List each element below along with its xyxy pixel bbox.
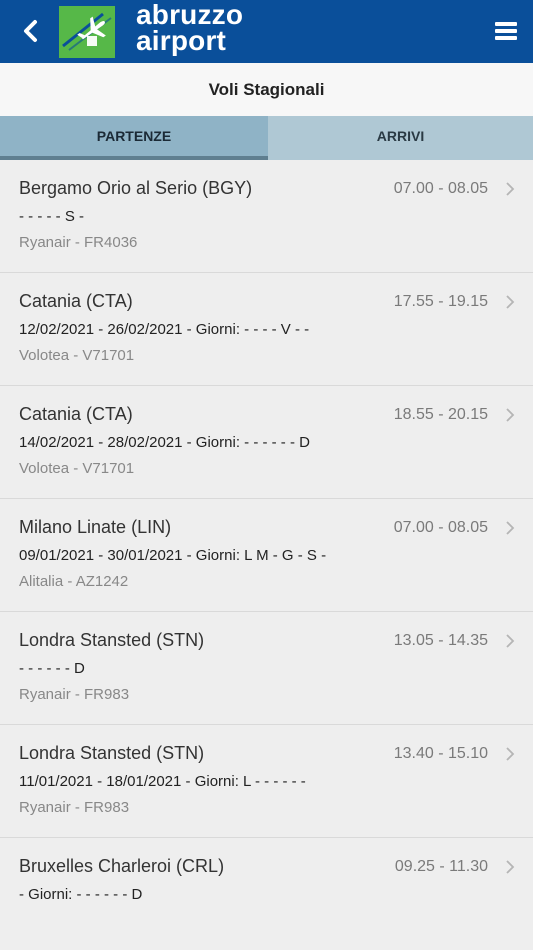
- chevron-right-icon: [506, 634, 515, 648]
- menu-button[interactable]: [493, 18, 519, 44]
- back-button[interactable]: [14, 14, 46, 48]
- flight-row[interactable]: Milano Linate (LIN) 07.00 - 08.05 09/01/…: [0, 499, 533, 612]
- flight-row[interactable]: Bergamo Orio al Serio (BGY) 07.00 - 08.0…: [0, 160, 533, 273]
- tab-arrivi[interactable]: ARRIVI: [268, 116, 533, 160]
- flight-time: 18.55 - 20.15: [393, 406, 488, 423]
- logo-line-2: airport: [136, 25, 227, 56]
- flight-airline: Ryanair - FR983: [19, 686, 130, 703]
- flight-days: 12/02/2021 - 26/02/2021 - Giorni: - - - …: [19, 321, 310, 338]
- airport-logo-text: abruzzo airport: [136, 1, 243, 56]
- flight-time: 13.05 - 14.35: [393, 632, 488, 649]
- flight-time: 07.00 - 08.05: [393, 180, 488, 197]
- chevron-right-icon: [506, 295, 515, 309]
- flight-days: 14/02/2021 - 28/02/2021 - Giorni: - - - …: [19, 434, 310, 451]
- flight-destination: Londra Stansted (STN): [19, 630, 205, 650]
- chevron-right-icon: [506, 408, 515, 422]
- page-title: Voli Stagionali: [0, 63, 533, 116]
- flight-destination: Catania (CTA): [19, 291, 133, 311]
- flight-airline: Alitalia - AZ1242: [19, 573, 129, 590]
- top-app-bar: abruzzo airport: [0, 0, 533, 63]
- chevron-right-icon: [506, 521, 515, 535]
- flight-row[interactable]: Londra Stansted (STN) 13.05 - 14.35 - - …: [0, 612, 533, 725]
- chevron-right-icon: [506, 182, 515, 196]
- flight-destination: Catania (CTA): [19, 404, 133, 424]
- flight-row[interactable]: Bruxelles Charleroi (CRL) 09.25 - 11.30 …: [0, 838, 533, 950]
- chevron-right-icon: [506, 860, 515, 874]
- flight-row[interactable]: Londra Stansted (STN) 13.40 - 15.10 11/0…: [0, 725, 533, 838]
- flight-airline: Volotea - V71701: [19, 347, 135, 364]
- flight-days: 09/01/2021 - 30/01/2021 - Giorni: L M - …: [19, 547, 327, 564]
- tab-bar: PARTENZE ARRIVI: [0, 116, 533, 160]
- chevron-left-icon: [24, 20, 37, 42]
- flight-days: 11/01/2021 - 18/01/2021 - Giorni: L - - …: [19, 773, 306, 790]
- flight-destination: Milano Linate (LIN): [19, 517, 172, 537]
- flight-destination: Bruxelles Charleroi (CRL): [19, 856, 225, 876]
- flight-time: 13.40 - 15.10: [393, 745, 488, 762]
- flight-row[interactable]: Catania (CTA) 17.55 - 19.15 12/02/2021 -…: [0, 273, 533, 386]
- flight-airline: Volotea - V71701: [19, 460, 135, 477]
- flight-destination: Bergamo Orio al Serio (BGY): [19, 178, 253, 198]
- flight-time: 07.00 - 08.05: [393, 519, 488, 536]
- flight-destination: Londra Stansted (STN): [19, 743, 205, 763]
- flight-time: 09.25 - 11.30: [394, 858, 488, 875]
- chevron-right-icon: [506, 747, 515, 761]
- tab-partenze[interactable]: PARTENZE: [0, 116, 268, 160]
- flight-days: - - - - - - D: [19, 660, 85, 677]
- flight-airline: Ryanair - FR4036: [19, 234, 138, 251]
- flight-list: Bergamo Orio al Serio (BGY) 07.00 - 08.0…: [0, 160, 533, 950]
- flight-days: - Giorni: - - - - - - D: [19, 886, 143, 903]
- flight-days: - - - - - S -: [19, 208, 84, 225]
- airport-logo-icon: [59, 6, 115, 58]
- flight-time: 17.55 - 19.15: [393, 293, 488, 310]
- flight-row[interactable]: Catania (CTA) 18.55 - 20.15 14/02/2021 -…: [0, 386, 533, 499]
- flight-airline: Ryanair - FR983: [19, 799, 130, 816]
